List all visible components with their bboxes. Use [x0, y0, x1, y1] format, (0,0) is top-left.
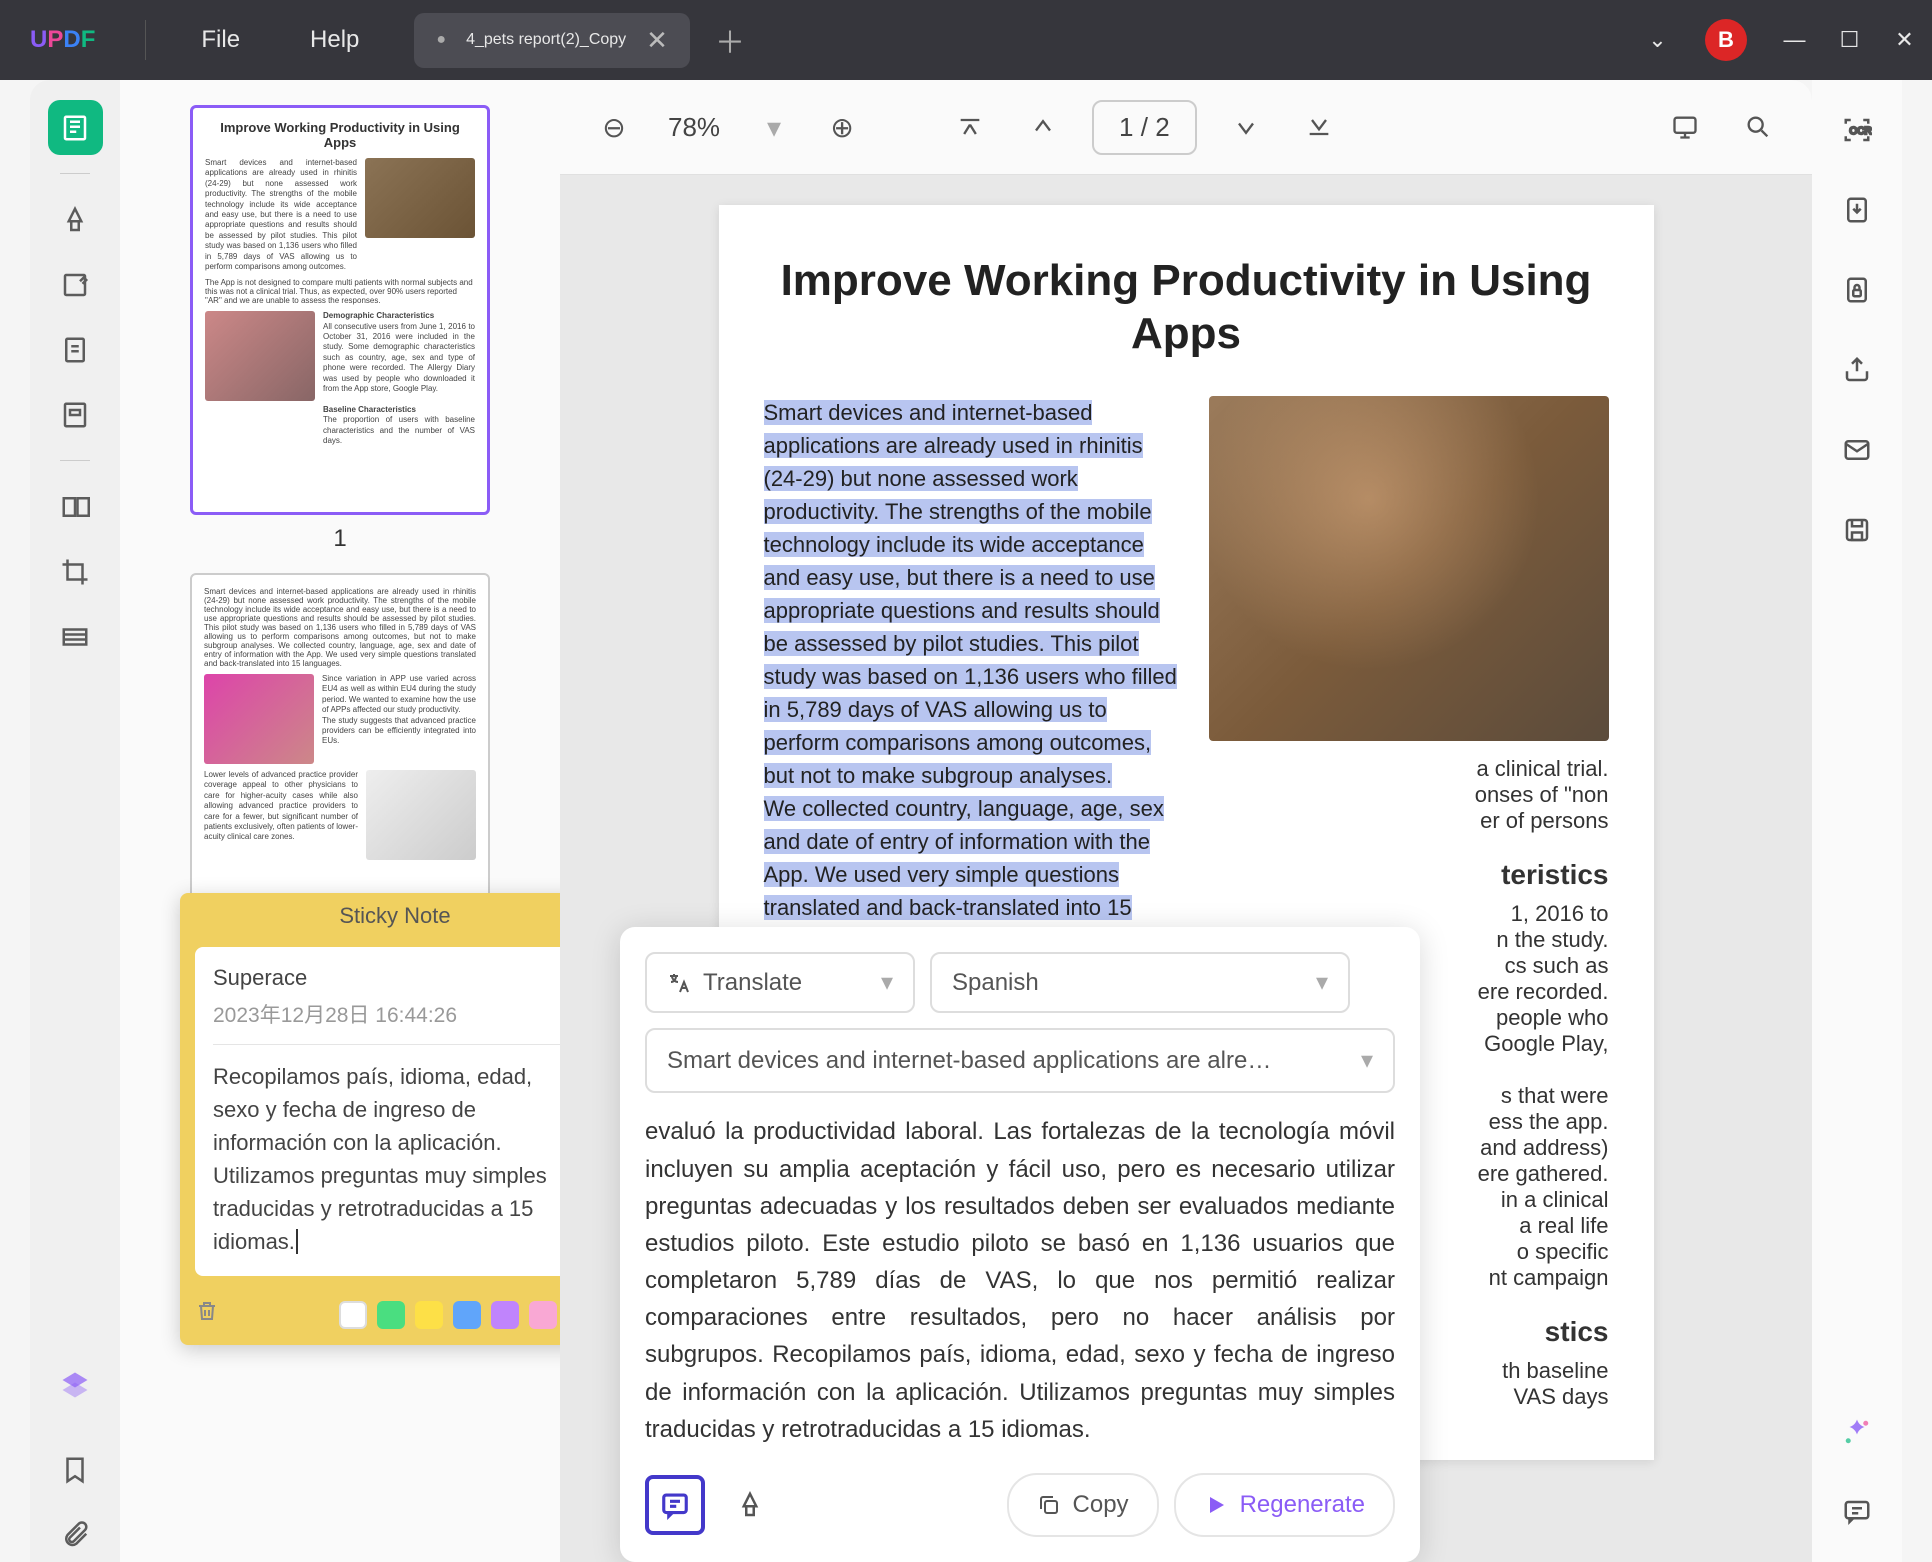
thumbnail-panel: Improve Working Productivity in Using Ap…	[120, 80, 560, 1562]
translate-panel: Translate▾ Spanish▾ Smart devices and in…	[620, 927, 1420, 1562]
sticky-body-text[interactable]: Recopilamos país, idioma, edad, sexo y f…	[213, 1060, 560, 1258]
svg-text:OCR: OCR	[1850, 126, 1872, 137]
translate-output[interactable]: evaluó la productividad laboral. Las for…	[645, 1113, 1395, 1448]
user-avatar[interactable]: B	[1705, 19, 1747, 61]
first-page-button[interactable]	[946, 103, 994, 151]
regenerate-button[interactable]: Regenerate	[1174, 1473, 1395, 1537]
prev-page-button[interactable]	[1019, 103, 1067, 151]
color-purple[interactable]	[491, 1301, 519, 1329]
color-yellow[interactable]	[415, 1301, 443, 1329]
ai-icon[interactable]	[1832, 1407, 1882, 1457]
page-number-label: 1	[170, 525, 510, 553]
form-tool[interactable]	[48, 387, 103, 442]
tab-indicator: ●	[436, 31, 446, 49]
page-indicator[interactable]: 1 / 2	[1092, 100, 1197, 155]
minimize-icon[interactable]: —	[1767, 27, 1822, 53]
divider	[60, 460, 90, 461]
translate-source-select[interactable]: Smart devices and internet-based applica…	[645, 1028, 1395, 1093]
ocr-icon[interactable]: OCR	[1832, 105, 1882, 155]
organize-tool[interactable]	[48, 479, 103, 534]
menu-file[interactable]: File	[166, 26, 275, 54]
translate-mode-select[interactable]: Translate▾	[645, 952, 915, 1013]
maximize-icon[interactable]: ☐	[1822, 27, 1877, 53]
close-tab-icon[interactable]: ✕	[646, 25, 668, 56]
attachment-icon[interactable]	[48, 1507, 103, 1562]
thumbnails-tool[interactable]	[48, 100, 103, 155]
sticky-author: Superace	[213, 965, 560, 991]
save-icon[interactable]	[1832, 505, 1882, 555]
color-green[interactable]	[377, 1301, 405, 1329]
zoom-dropdown-icon[interactable]: ▾	[750, 103, 798, 151]
divider	[60, 173, 90, 174]
zoom-in-button[interactable]: ⊕	[818, 103, 866, 151]
highlight-action-button[interactable]	[720, 1475, 780, 1535]
document-title: Improve Working Productivity in Using Ap…	[764, 255, 1609, 361]
bookmark-icon[interactable]	[48, 1442, 103, 1497]
document-toolbar: ⊖ 78% ▾ ⊕ 1 / 2	[560, 80, 1812, 175]
presentation-icon[interactable]	[1661, 103, 1709, 151]
translate-language-select[interactable]: Spanish▾	[930, 952, 1350, 1013]
sticky-note-title: Sticky Note	[180, 893, 560, 939]
document-tab[interactable]: ● 4_pets report(2)_Copy ✕	[414, 13, 690, 68]
search-icon[interactable]	[1734, 103, 1782, 151]
share-icon[interactable]	[1832, 345, 1882, 395]
zoom-level: 78%	[658, 112, 730, 143]
close-window-icon[interactable]: ✕	[1877, 27, 1932, 53]
color-blue[interactable]	[453, 1301, 481, 1329]
document-image	[1209, 396, 1609, 741]
crop-tool[interactable]	[48, 544, 103, 599]
separator	[145, 20, 146, 60]
comment-icon[interactable]	[1832, 1487, 1882, 1537]
titlebar: UPDF File Help ● 4_pets report(2)_Copy ✕…	[0, 0, 1932, 80]
left-toolbar	[30, 80, 120, 1562]
redact-tool[interactable]	[48, 609, 103, 664]
page-tool[interactable]	[48, 322, 103, 377]
new-tab-button[interactable]: ＋	[715, 18, 745, 62]
app-logo: UPDF	[0, 26, 125, 54]
sticky-timestamp: 2023年12月28日 16:44:26	[213, 999, 560, 1045]
right-toolbar: OCR	[1812, 80, 1902, 1562]
convert-icon[interactable]	[1832, 185, 1882, 235]
menu-help[interactable]: Help	[275, 26, 394, 54]
thumbnail-page-1[interactable]: Improve Working Productivity in Using Ap…	[170, 105, 510, 553]
color-white[interactable]	[339, 1301, 367, 1329]
highlighted-paragraph-1[interactable]: Smart devices and internet-based applica…	[764, 400, 1177, 788]
color-pink[interactable]	[529, 1301, 557, 1329]
protect-icon[interactable]	[1832, 265, 1882, 315]
zoom-out-button[interactable]: ⊖	[590, 103, 638, 151]
layers-icon[interactable]	[48, 1357, 103, 1412]
highlight-tool[interactable]	[48, 192, 103, 247]
copy-button[interactable]: Copy	[1007, 1473, 1159, 1537]
email-icon[interactable]	[1832, 425, 1882, 475]
tab-title: 4_pets report(2)_Copy	[466, 31, 626, 49]
sticky-note-popup: Sticky Note Superace 2023年12月28日 16:44:2…	[180, 893, 560, 1345]
thumbnail-page-2[interactable]: Smart devices and internet-based applica…	[170, 573, 510, 983]
trash-icon[interactable]	[195, 1299, 219, 1330]
sticky-note-action-button[interactable]	[645, 1475, 705, 1535]
chevron-down-icon[interactable]: ⌄	[1630, 27, 1685, 53]
next-page-button[interactable]	[1222, 103, 1270, 151]
edit-text-tool[interactable]	[48, 257, 103, 312]
document-area: ⊖ 78% ▾ ⊕ 1 / 2 Improve Working Producti…	[560, 80, 1812, 1562]
last-page-button[interactable]	[1295, 103, 1343, 151]
